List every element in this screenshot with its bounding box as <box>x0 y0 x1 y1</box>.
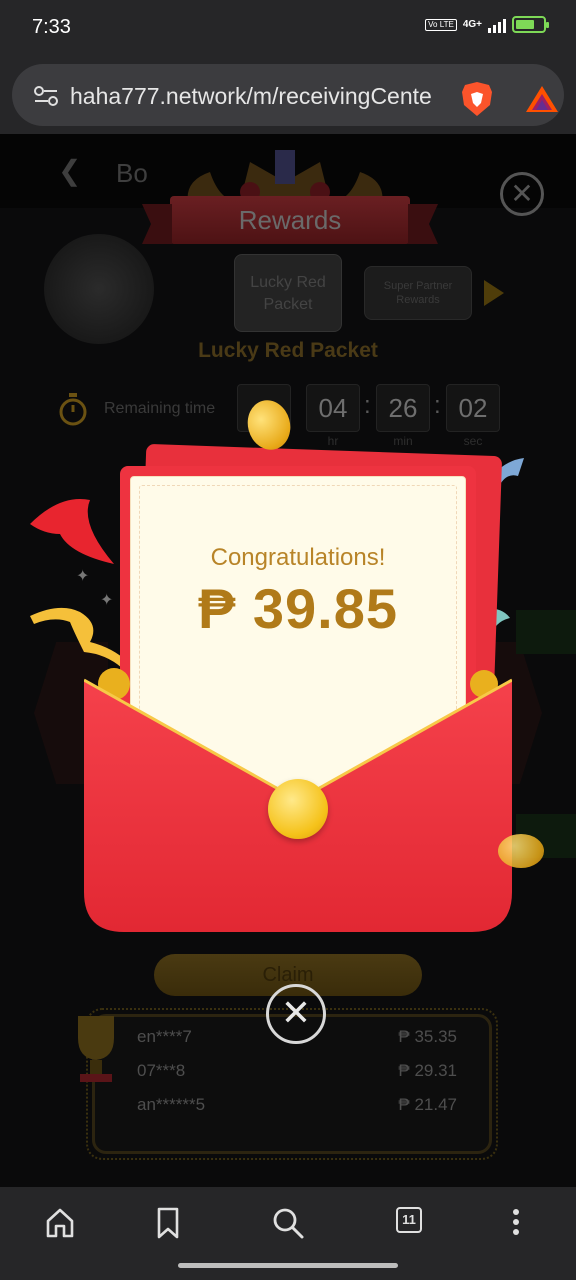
confetti-red-icon <box>30 499 114 564</box>
status-icons: Vo LTE 4G+ <box>425 16 549 33</box>
section-title: Lucky Red Packet <box>198 339 378 362</box>
brave-rewards-icon[interactable] <box>524 84 560 114</box>
timer-label: Remaining time <box>104 400 216 417</box>
rewards-banner: Rewards <box>170 196 410 244</box>
more-menu-icon[interactable] <box>512 1209 520 1237</box>
sparkle-icon: ✦ <box>100 592 114 609</box>
screen: 7:33 Vo LTE 4G+ haha777.network/m/receiv… <box>0 0 576 1280</box>
timer-hours: 04 <box>306 384 360 432</box>
timer-seconds: 02 <box>446 384 500 432</box>
status-time: 7:33 <box>32 16 71 38</box>
battery-icon <box>512 16 549 33</box>
site-settings-icon[interactable] <box>34 86 58 106</box>
signal-icon <box>488 17 506 33</box>
network-type: 4G+ <box>462 19 482 30</box>
browser-bottom-nav: 11 <box>0 1187 576 1280</box>
timer-colon: : <box>434 392 441 419</box>
winner-amount: ₱ 35.35 <box>398 1027 457 1046</box>
url-text[interactable]: haha777.network/m/receivingCente <box>70 83 446 110</box>
browser-toolbar: haha777.network/m/receivingCente <box>0 56 576 134</box>
home-icon[interactable] <box>40 1203 80 1243</box>
bookmark-icon[interactable] <box>148 1203 188 1243</box>
page-title: Bo <box>116 158 148 188</box>
timer-minutes: 26 <box>376 384 430 432</box>
chest-image <box>44 234 154 344</box>
congratulations-text: Congratulations! <box>210 544 386 571</box>
close-popup-button[interactable]: ✕ <box>266 984 326 1044</box>
stopwatch-icon <box>59 393 87 426</box>
coin-icon <box>498 834 544 868</box>
timer-minutes-unit: min <box>393 434 413 448</box>
url-bar[interactable]: haha777.network/m/receivingCente <box>12 64 564 126</box>
brave-shields-icon[interactable] <box>460 81 494 117</box>
tabs-button[interactable]: 11 <box>396 1207 422 1233</box>
volte-icon: Vo LTE <box>425 18 457 31</box>
envelope-seal-icon <box>268 779 328 839</box>
claim-label: Claim <box>262 964 314 986</box>
winner-amount: ₱ 29.31 <box>398 1061 457 1080</box>
winner-name: an******5 <box>137 1095 206 1114</box>
tab-lucky-red-packet[interactable]: Lucky Red Packet <box>234 254 342 332</box>
trophy-icon <box>78 1016 114 1082</box>
search-icon[interactable] <box>268 1203 308 1243</box>
tab-label: Super Partner Rewards <box>383 280 453 306</box>
confetti-gold-icon <box>30 607 130 668</box>
tab-next-arrow-icon[interactable] <box>484 280 504 306</box>
winner-amount: ₱ 21.47 <box>398 1095 457 1114</box>
reward-amount: ₱ 39.85 <box>197 577 399 640</box>
winner-name: en****7 <box>137 1027 192 1046</box>
list-item: 07***8 ₱ 29.31 <box>137 1057 457 1087</box>
home-indicator[interactable] <box>178 1263 398 1268</box>
decor-green-1 <box>516 610 576 654</box>
sparkle-icon: ✦ <box>76 568 90 585</box>
tab-super-partner-rewards[interactable]: Super Partner Rewards <box>364 266 472 320</box>
list-item: an******5 ₱ 21.47 <box>137 1091 457 1121</box>
timer-hours-unit: hr <box>327 434 339 448</box>
timer-seconds-unit: sec <box>463 434 483 448</box>
winner-name: 07***8 <box>137 1061 186 1080</box>
back-icon[interactable]: ❮ <box>58 154 81 187</box>
tab-label: Lucky Red Packet <box>250 274 326 313</box>
rewards-banner-label: Rewards <box>238 205 342 235</box>
close-page-button[interactable]: ✕ <box>500 172 544 216</box>
status-bar: 7:33 Vo LTE 4G+ <box>0 0 576 56</box>
timer-colon: : <box>364 392 371 419</box>
